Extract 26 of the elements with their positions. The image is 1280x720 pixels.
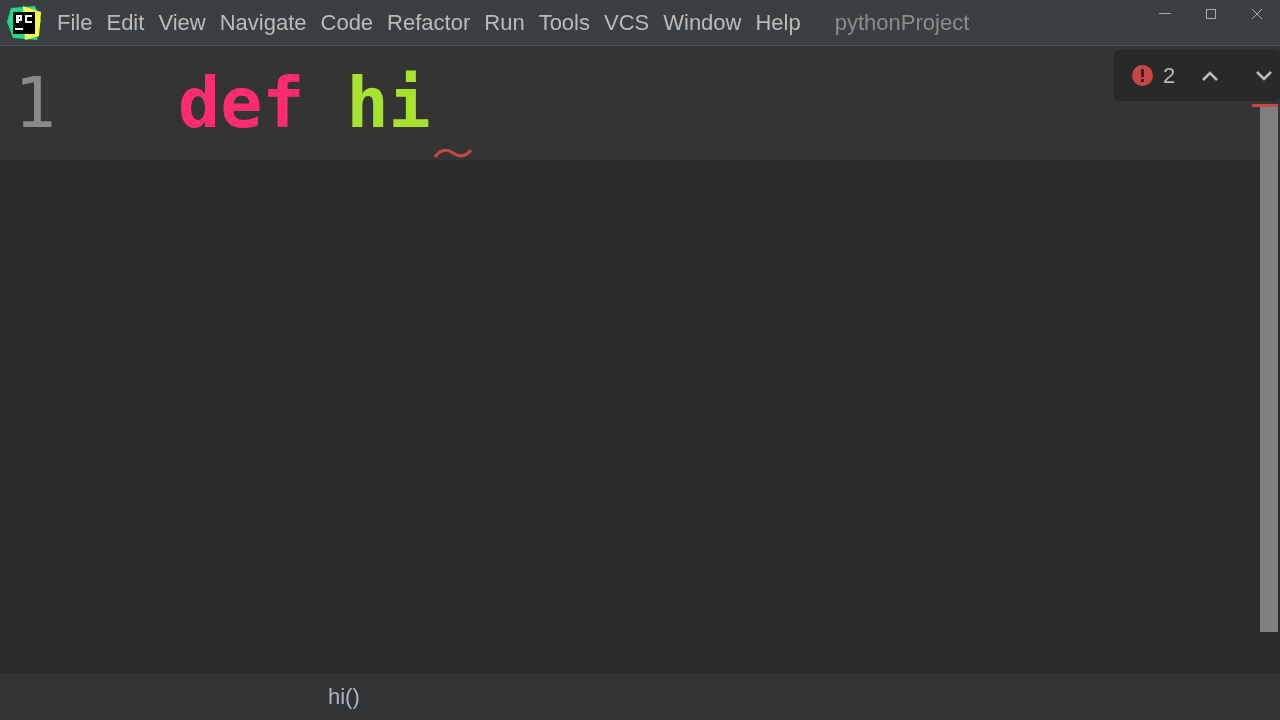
minimize-icon: [1159, 12, 1171, 16]
chevron-down-icon: [1255, 69, 1273, 82]
breadcrumb-item[interactable]: hi(): [328, 680, 360, 713]
error-stripe-mark: [1252, 104, 1278, 107]
chevron-up-icon: [1201, 69, 1219, 82]
line-number: 1: [13, 60, 58, 146]
app-logo-icon: [7, 5, 41, 40]
menu-item[interactable]: File: [50, 6, 100, 39]
scrollbar-thumb[interactable]: [1260, 107, 1278, 632]
code-keyword: def: [178, 68, 305, 138]
menu-item[interactable]: Run: [477, 6, 532, 39]
window-title: pythonProject: [834, 9, 970, 37]
menu-item[interactable]: Help: [748, 6, 808, 39]
menu-item[interactable]: Code: [313, 6, 381, 39]
menu-item[interactable]: Edit: [99, 6, 152, 39]
close-icon: [1251, 8, 1263, 20]
error-count: 2: [1163, 62, 1177, 90]
error-icon: [1132, 65, 1153, 86]
maximize-icon: [1205, 8, 1217, 20]
menu-item[interactable]: Tools: [531, 6, 597, 39]
menu-item[interactable]: Navigate: [212, 6, 314, 39]
menu-item[interactable]: View: [151, 6, 213, 39]
code-identifier: hi: [346, 68, 431, 138]
menu-item[interactable]: VCS: [597, 6, 657, 39]
menu-item[interactable]: Refactor: [380, 6, 478, 39]
menu-item[interactable]: Window: [656, 6, 749, 39]
